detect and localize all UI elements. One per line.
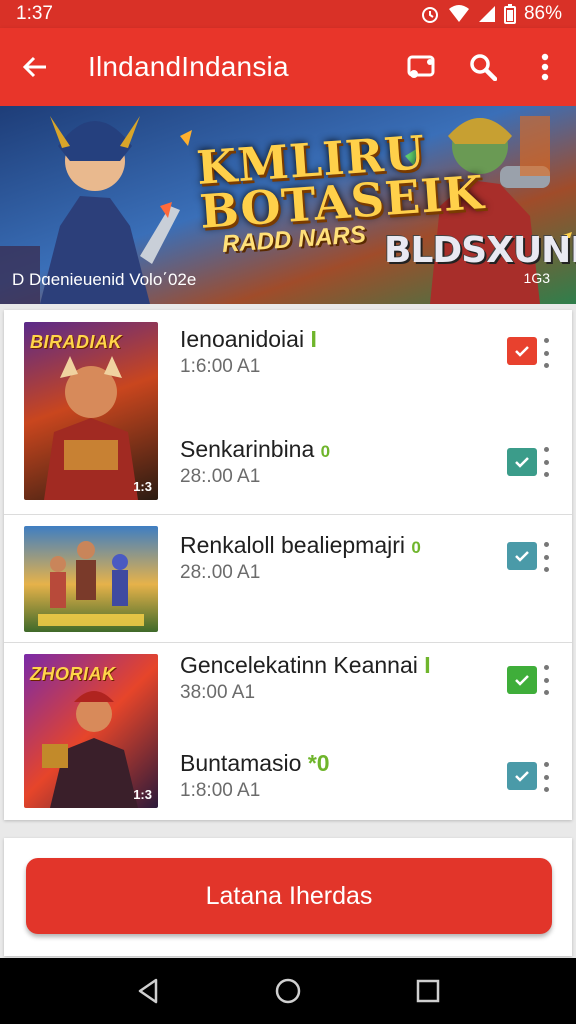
system-nav-bar bbox=[0, 958, 576, 1024]
list-item-checkbox[interactable] bbox=[507, 762, 537, 790]
list-item-more-button[interactable] bbox=[541, 542, 551, 572]
list-item-flag: I bbox=[424, 652, 431, 678]
thumbnail-label: ZHORIAK bbox=[30, 664, 116, 684]
list-item-title[interactable]: Gencelekatinn Keannai I bbox=[180, 652, 431, 679]
list-item-more-button[interactable] bbox=[541, 762, 551, 792]
status-bar: 1:37 86% bbox=[0, 0, 576, 28]
cta-card: Latana Iherdas bbox=[4, 838, 572, 956]
list-item-subtitle: 28:.00 A1 bbox=[180, 562, 261, 583]
list-item-flag: 0 bbox=[320, 442, 331, 461]
list-item-title-text: Ienoanidoiai bbox=[180, 326, 305, 352]
banner-logo: BLDSXUNEY bbox=[384, 230, 576, 271]
clipboard-check-icon bbox=[515, 771, 529, 782]
list-item-flag: 0 bbox=[411, 538, 421, 557]
status-time: 1:37 bbox=[16, 3, 53, 24]
list-item-subtitle: 1:8:00 A1 bbox=[180, 780, 261, 801]
list-item-flag: *0 bbox=[307, 750, 330, 776]
list-item-flag: I bbox=[310, 326, 317, 352]
page-title: IlndandIndansia bbox=[88, 51, 289, 82]
list-item-more-button[interactable] bbox=[541, 665, 551, 695]
cast-button[interactable] bbox=[390, 28, 452, 106]
more-vert-icon bbox=[541, 53, 549, 81]
search-button[interactable] bbox=[452, 28, 514, 106]
list-divider bbox=[4, 514, 572, 515]
thumbnail-label: BIRADIAK bbox=[30, 332, 122, 352]
list-item-title[interactable]: Ienoanidoiai I bbox=[180, 326, 317, 353]
game-thumbnail[interactable] bbox=[24, 526, 158, 632]
primary-action-button[interactable]: Latana Iherdas bbox=[26, 858, 552, 934]
battery-percent: 86% bbox=[523, 3, 562, 24]
thumbnail-badge: 1:3 bbox=[133, 787, 152, 802]
list-item-title-text: Renkaloll bealiepmajri bbox=[180, 532, 406, 558]
promo-banner[interactable]: KMLIRU BOTASEIK RADD NARS BLDSXUNEY D Dɑ… bbox=[0, 106, 576, 304]
list-item-checkbox[interactable] bbox=[507, 337, 537, 365]
game-thumbnail[interactable]: BIRADIAK 1:3 bbox=[24, 322, 158, 500]
back-button[interactable] bbox=[0, 28, 70, 106]
game-thumbnail[interactable]: ZHORIAK 1:3 bbox=[24, 654, 158, 808]
list-item-title[interactable]: Buntamasio *0 bbox=[180, 750, 330, 777]
alarm-icon bbox=[421, 7, 438, 23]
app-bar: IlndandIndansia bbox=[0, 28, 576, 106]
back-arrow-icon bbox=[22, 56, 46, 78]
list-item-title-text: Senkarinbina bbox=[180, 436, 315, 462]
wifi-icon bbox=[448, 5, 469, 22]
list-item-checkbox[interactable] bbox=[507, 666, 537, 694]
cast-icon bbox=[407, 55, 435, 78]
nav-home-icon bbox=[275, 978, 301, 1004]
banner-title: KMLIRU BOTASEIK bbox=[195, 125, 486, 239]
nav-back-button[interactable] bbox=[118, 961, 178, 1021]
nav-back-icon bbox=[138, 978, 158, 1004]
list-item-more-button[interactable] bbox=[541, 338, 551, 368]
list-item-subtitle: 38:00 A1 bbox=[180, 682, 256, 703]
check-icon bbox=[515, 675, 529, 686]
clipboard-check-icon bbox=[515, 346, 529, 357]
nav-home-button[interactable] bbox=[258, 961, 318, 1021]
list-item-title[interactable]: Senkarinbina 0 bbox=[180, 436, 330, 463]
thumbnail-art bbox=[38, 541, 144, 626]
list-item-title-text: Buntamasio bbox=[180, 750, 302, 776]
check-icon bbox=[515, 457, 529, 468]
nav-recents-button[interactable] bbox=[398, 961, 458, 1021]
list-divider bbox=[4, 642, 572, 643]
nav-recents-icon bbox=[416, 979, 440, 1003]
status-icons: 86% bbox=[420, 3, 562, 25]
list-item-title-text: Gencelekatinn Keannai bbox=[180, 652, 418, 678]
list-item-checkbox[interactable] bbox=[507, 542, 537, 570]
check-icon bbox=[515, 551, 529, 562]
list-item-subtitle: 1:6:00 A1 bbox=[180, 356, 261, 377]
list-item-checkbox[interactable] bbox=[507, 448, 537, 476]
thumbnail-badge: 1:3 bbox=[133, 479, 152, 494]
banner-badge: 1G3 bbox=[523, 270, 550, 286]
list-item-subtitle: 28:.00 A1 bbox=[180, 466, 261, 487]
list-item-more-button[interactable] bbox=[541, 447, 551, 477]
game-list: BIRADIAK 1:3 Ienoanidoiai I 1:6:00 A1 Se… bbox=[4, 310, 572, 820]
overflow-menu-button[interactable] bbox=[514, 28, 576, 106]
banner-caption: D Dɑenieuenid Volo΄02e bbox=[12, 270, 197, 289]
search-icon bbox=[470, 54, 497, 81]
battery-icon bbox=[503, 4, 516, 24]
list-item-title[interactable]: Renkaloll bealiepmajri 0 bbox=[180, 532, 421, 559]
signal-icon bbox=[478, 6, 495, 22]
